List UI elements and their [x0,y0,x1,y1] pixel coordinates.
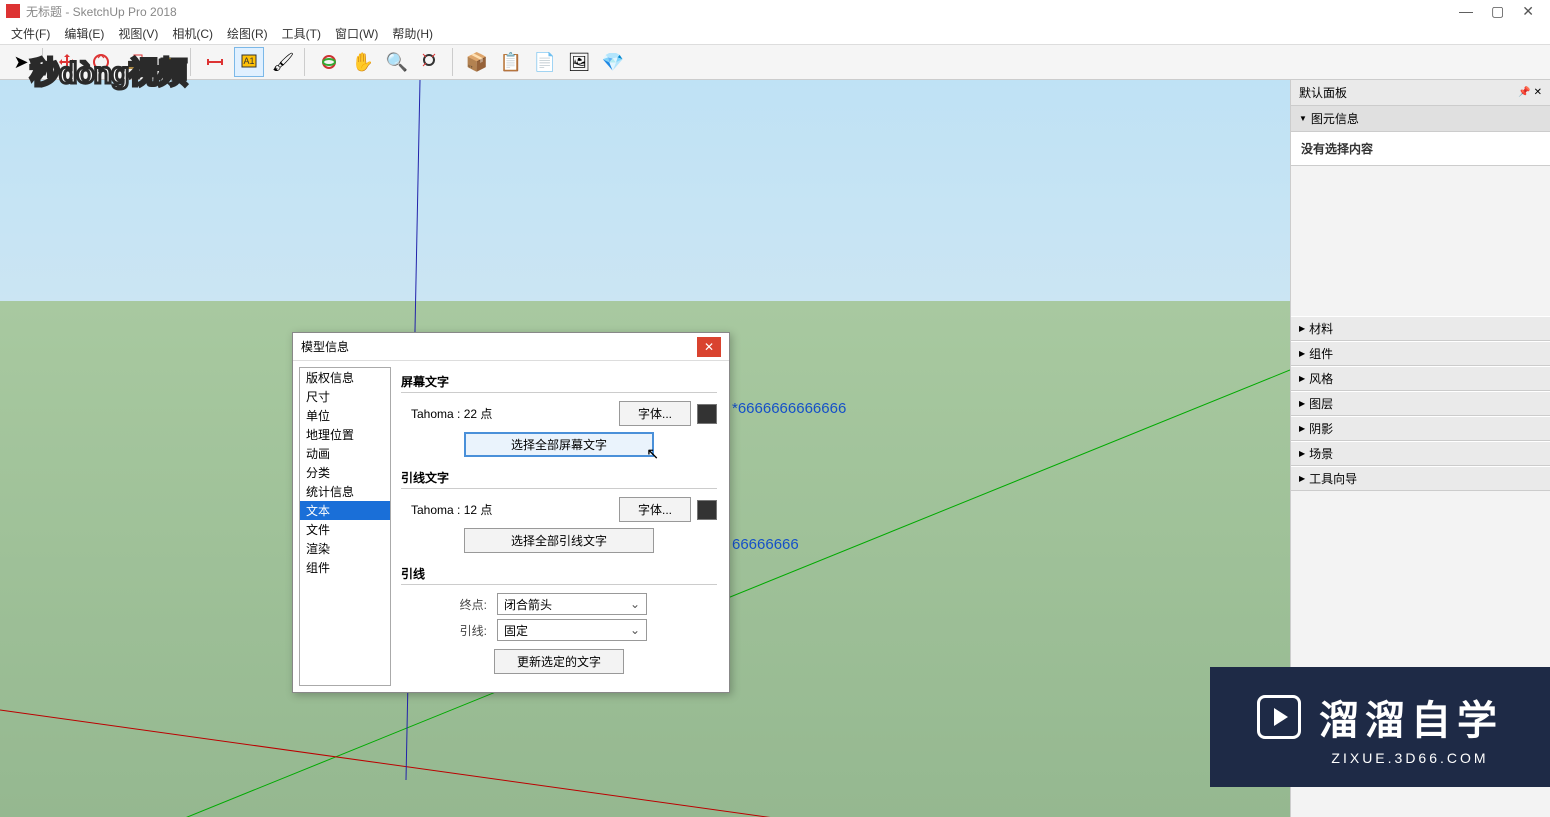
maximize-button[interactable]: ▢ [1491,3,1504,20]
outliner-tool-icon[interactable]: 📄 [530,47,560,77]
extensions-tool-icon[interactable]: 💎 [598,47,628,77]
dialog-category-list[interactable]: 版权信息 尺寸 单位 地理位置 动画 分类 统计信息 文本 文件 渲染 组件 [299,367,391,686]
list-item[interactable]: 单位 [300,406,390,425]
menu-view[interactable]: 视图(V) [111,25,165,42]
panel-section-label: 场景 [1309,445,1333,462]
dialog-title-text: 模型信息 [301,338,697,355]
model-info-dialog: 模型信息 ✕ 版权信息 尺寸 单位 地理位置 动画 分类 统计信息 文本 文件 … [292,332,730,693]
menubar: 文件(F) 编辑(E) 视图(V) 相机(C) 绘图(R) 工具(T) 窗口(W… [0,22,1550,44]
list-item[interactable]: 动画 [300,444,390,463]
panel-section-styles[interactable]: 风格 [1291,366,1550,391]
toolbar: ➤ A1 🖌 ✋ 🔍 📦 📋 📄 🖼 💎 [0,44,1550,80]
window-controls: — ▢ ✕ [1459,3,1544,20]
panel-section-label: 图层 [1309,395,1333,412]
panel-section-components[interactable]: 组件 [1291,341,1550,366]
select-all-leader-text-button[interactable]: 选择全部引线文字 [464,528,654,553]
list-item[interactable]: 统计信息 [300,482,390,501]
panel-section-label: 风格 [1309,370,1333,387]
zoom-tool-icon[interactable]: 🔍 [382,47,412,77]
menu-edit[interactable]: 编辑(E) [57,25,111,42]
window-title: 无标题 - SketchUp Pro 2018 [26,3,1459,20]
minimize-button[interactable]: — [1459,3,1473,20]
text-tool-icon[interactable]: A1 [234,47,264,77]
watermark-bottom: 溜溜自学 ZIXUE.3D66.COM [1210,667,1550,787]
line-select-value: 固定 [504,622,528,639]
dimension-tool-icon[interactable] [200,47,230,77]
panel-section-shadows[interactable]: 阴影 [1291,416,1550,441]
component-tool-icon[interactable]: 📦 [462,47,492,77]
panel-entity-info[interactable]: 图元信息 [1291,106,1550,132]
section-screen-text: 屏幕文字 [401,373,717,390]
leader-font-info: Tahoma : 12 点 [401,501,619,518]
list-item[interactable]: 尺寸 [300,387,390,406]
separator [190,48,194,76]
separator [304,48,308,76]
separator [401,488,717,489]
separator [401,584,717,585]
dialog-content: 屏幕文字 Tahoma : 22 点 字体... 选择全部屏幕文字 引线文字 T… [397,361,729,692]
panel-section-label: 组件 [1309,345,1333,362]
menu-file[interactable]: 文件(F) [4,25,57,42]
panel-section-label: 工具向导 [1309,470,1357,487]
list-item[interactable]: 地理位置 [300,425,390,444]
close-button[interactable]: ✕ [1522,3,1534,20]
menu-help[interactable]: 帮助(H) [385,25,440,42]
panel-entity-info-label: 图元信息 [1311,110,1359,127]
end-select-value: 闭合箭头 [504,596,552,613]
pan-tool-icon[interactable]: ✋ [348,47,378,77]
panel-header[interactable]: 默认面板 📌 ✕ [1291,80,1550,106]
panel-section-instructor[interactable]: 工具向导 [1291,466,1550,491]
scene-text-1[interactable]: *6666666666666 [732,400,846,417]
panel-header-label: 默认面板 [1299,84,1347,101]
screen-font-button[interactable]: 字体... [619,401,691,426]
screen-font-info: Tahoma : 22 点 [401,405,619,422]
list-item[interactable]: 版权信息 [300,368,390,387]
play-icon [1257,695,1301,739]
list-item[interactable]: 文件 [300,520,390,539]
watermark-top: 秒dòng视频 [30,48,186,92]
list-item[interactable]: 组件 [300,558,390,577]
panel-space [1291,166,1550,316]
section-leader-text: 引线文字 [401,469,717,486]
dialog-close-button[interactable]: ✕ [697,337,721,357]
separator [452,48,456,76]
panel-section-label: 材料 [1309,320,1333,337]
scene-text-2[interactable]: 66666666 [732,536,799,553]
separator [401,392,717,393]
watermark-big-text: 溜溜自学 [1319,688,1503,746]
svg-text:A1: A1 [243,56,254,66]
panel-section-layers[interactable]: 图层 [1291,391,1550,416]
dialog-titlebar[interactable]: 模型信息 ✕ [293,333,729,361]
zoom-extents-tool-icon[interactable] [416,47,446,77]
titlebar: 无标题 - SketchUp Pro 2018 — ▢ ✕ [0,0,1550,22]
leader-font-button[interactable]: 字体... [619,497,691,522]
panel-section-label: 阴影 [1309,420,1333,437]
line-select[interactable]: 固定 [497,619,647,641]
menu-draw[interactable]: 绘图(R) [220,25,275,42]
list-item[interactable]: 分类 [300,463,390,482]
layers-tool-icon[interactable]: 📋 [496,47,526,77]
leader-color-swatch[interactable] [697,500,717,520]
panel-section-scenes[interactable]: 场景 [1291,441,1550,466]
orbit-tool-icon[interactable] [314,47,344,77]
pin-icon[interactable]: 📌 ✕ [1518,87,1542,98]
app-icon [6,4,20,18]
section-leader: 引线 [401,565,717,582]
paint-tool-icon[interactable]: 🖌 [268,47,298,77]
list-item[interactable]: 渲染 [300,539,390,558]
screen-color-swatch[interactable] [697,404,717,424]
panel-no-selection: 没有选择内容 [1291,132,1550,166]
menu-tools[interactable]: 工具(T) [275,25,328,42]
line-label: 引线: [401,622,497,639]
panel-section-materials[interactable]: 材料 [1291,316,1550,341]
select-all-screen-text-button[interactable]: 选择全部屏幕文字 [464,432,654,457]
watermark-small-text: ZIXUE.3D66.COM [1331,750,1488,766]
scene-tool-icon[interactable]: 🖼 [564,47,594,77]
list-item-selected[interactable]: 文本 [300,501,390,520]
menu-camera[interactable]: 相机(C) [165,25,220,42]
menu-window[interactable]: 窗口(W) [328,25,385,42]
end-label: 终点: [401,596,497,613]
end-select[interactable]: 闭合箭头 [497,593,647,615]
update-selected-button[interactable]: 更新选定的文字 [494,649,624,674]
